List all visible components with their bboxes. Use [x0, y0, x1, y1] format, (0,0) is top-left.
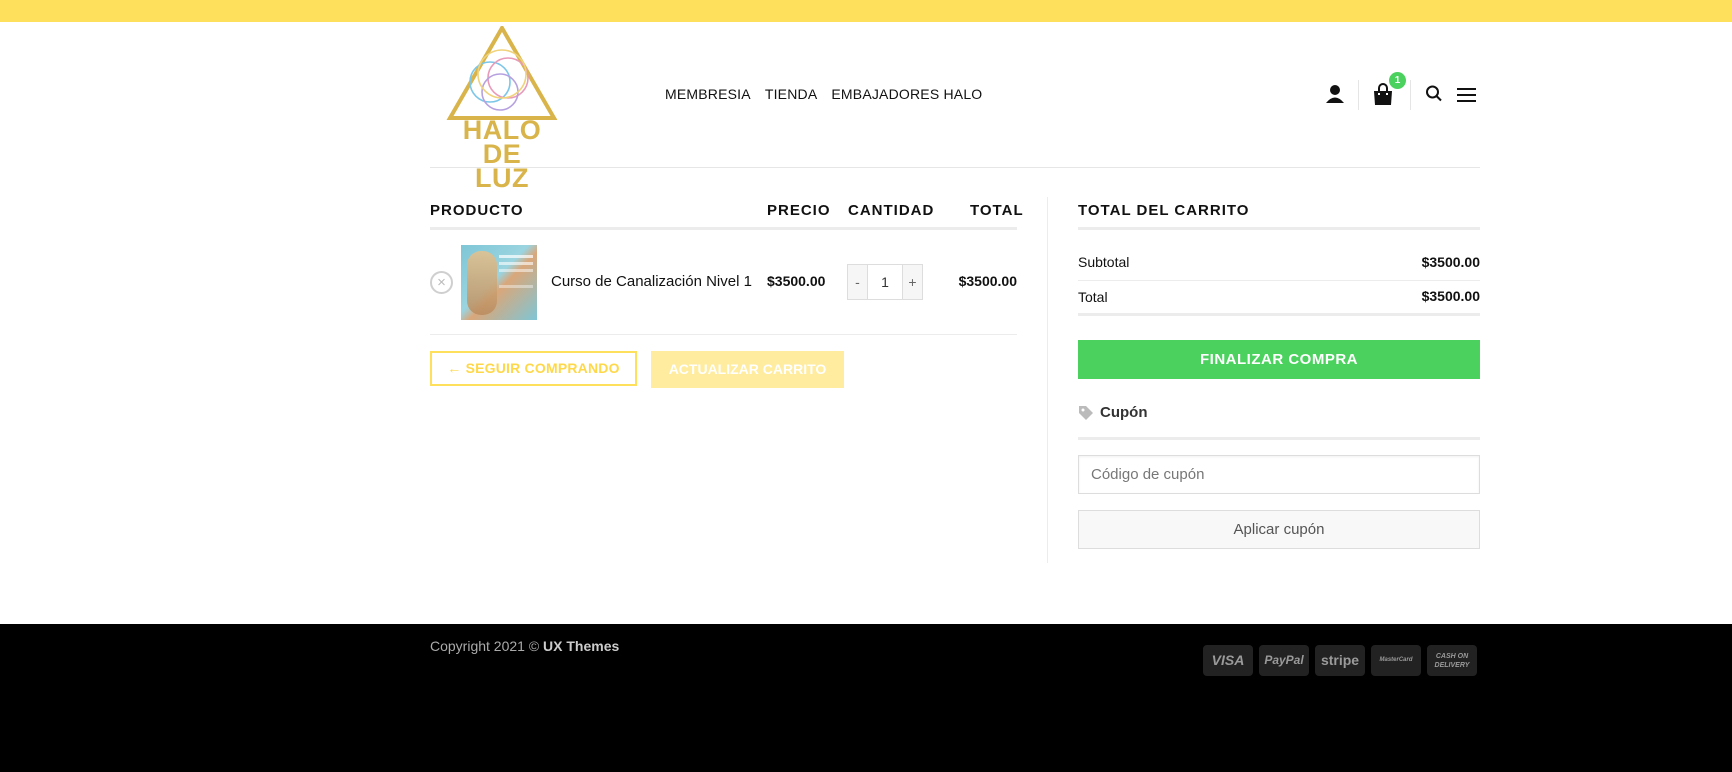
- site-footer: Copyright 2021 © UX Themes VISA PayPal s…: [0, 624, 1732, 772]
- top-announcement-bar: [0, 0, 1732, 22]
- col-header-total: TOTAL: [970, 202, 1024, 219]
- thumbnail-portrait: [467, 251, 497, 315]
- nav-item-embajadores-halo[interactable]: EMBAJADORES HALO: [831, 86, 982, 102]
- column-divider: [1047, 197, 1048, 563]
- coupon-heading: Cupón: [1078, 404, 1147, 421]
- remove-item-button[interactable]: ×: [430, 271, 453, 294]
- totals-row-divider: [1078, 280, 1480, 281]
- subtotal-label: Subtotal: [1078, 254, 1130, 270]
- cart-totals-divider: [1078, 227, 1480, 230]
- line-total: $3500.00: [958, 273, 1017, 289]
- cash-on-delivery-icon: CASH ON DELIVERY: [1427, 645, 1477, 676]
- quantity-increase-button[interactable]: +: [902, 264, 923, 300]
- visa-icon: VISA: [1203, 645, 1253, 676]
- totals-bottom-divider: [1078, 313, 1480, 316]
- coupon-heading-text: Cupón: [1100, 404, 1148, 421]
- copyright-text: Copyright 2021 © UX Themes: [430, 638, 619, 654]
- tag-icon: [1079, 405, 1093, 420]
- thumbnail-text-lines: [499, 255, 533, 258]
- quantity-decrease-button[interactable]: -: [847, 264, 868, 300]
- subtotal-value: $3500.00: [1421, 254, 1480, 270]
- product-name-link[interactable]: Curso de Canalización Nivel 1: [551, 273, 752, 290]
- update-cart-button[interactable]: ACTUALIZAR CARRITO: [651, 351, 844, 388]
- mastercard-icon: MasterCard: [1371, 645, 1421, 676]
- table-header-divider: [430, 227, 1017, 230]
- header-divider: [430, 167, 1480, 168]
- coupon-divider: [1078, 437, 1480, 440]
- site-logo[interactable]: HALO DE LUZ: [442, 26, 562, 192]
- search-icon[interactable]: [1425, 80, 1443, 110]
- copyright-prefix: Copyright 2021 ©: [430, 638, 544, 654]
- nav-item-membresia[interactable]: MEMBRESIA: [665, 86, 751, 102]
- quantity-stepper: - 1 +: [847, 264, 923, 300]
- logo-text: HALO DE LUZ: [442, 115, 562, 193]
- coupon-code-input[interactable]: Código de cupón: [1078, 455, 1480, 494]
- col-header-product: PRODUCTO: [430, 202, 524, 219]
- nav-item-tienda[interactable]: TIENDA: [765, 86, 818, 102]
- col-header-quantity: CANTIDAD: [848, 202, 935, 219]
- logo-triangle-icon: [446, 26, 558, 120]
- col-header-price: PRECIO: [767, 202, 831, 219]
- main-nav: MEMBRESIA TIENDA EMBAJADORES HALO: [665, 86, 982, 102]
- menu-icon[interactable]: [1456, 80, 1478, 110]
- total-value: $3500.00: [1421, 288, 1480, 304]
- user-icon[interactable]: [1325, 80, 1345, 110]
- cart-totals-title: TOTAL DEL CARRITO: [1078, 202, 1250, 219]
- product-price: $3500.00: [767, 273, 826, 289]
- checkout-button[interactable]: FINALIZAR COMPRA: [1078, 340, 1480, 379]
- total-label: Total: [1078, 289, 1108, 305]
- cart-count-badge: 1: [1389, 72, 1406, 89]
- payment-icons: VISA PayPal stripe MasterCard CASH ON DE…: [1203, 645, 1477, 676]
- stripe-icon: stripe: [1315, 645, 1365, 676]
- quantity-input[interactable]: 1: [868, 264, 902, 300]
- logo-text-line-2: LUZ: [475, 163, 529, 193]
- logo-text-line-1: HALO DE: [462, 115, 542, 169]
- copyright-brand-link[interactable]: UX Themes: [543, 638, 619, 654]
- header-separator: [1358, 80, 1359, 110]
- product-thumbnail[interactable]: [461, 245, 537, 320]
- header-separator: [1410, 80, 1411, 110]
- row-divider: [430, 334, 1017, 335]
- site-header: HALO DE LUZ MEMBRESIA TIENDA EMBAJADORES…: [0, 22, 1732, 192]
- apply-coupon-button[interactable]: Aplicar cupón: [1078, 510, 1480, 549]
- paypal-icon: PayPal: [1259, 645, 1309, 676]
- continue-shopping-button[interactable]: ← SEGUIR COMPRANDO: [430, 351, 637, 386]
